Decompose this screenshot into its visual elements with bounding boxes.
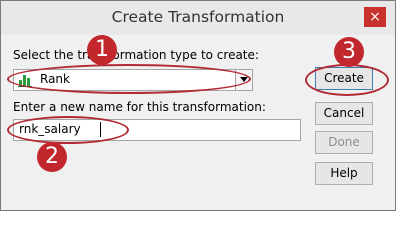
step-3-badge: 3 [334,37,364,67]
title-bar[interactable]: Create Transformation × [1,1,395,35]
annotation-ellipse-create [305,64,389,96]
step-2-badge: 2 [37,142,67,172]
annotation-ellipse-type [7,64,251,94]
help-button[interactable]: Help [315,162,373,185]
close-button[interactable]: × [364,7,386,27]
annotation-ellipse-name [7,116,129,144]
cancel-button[interactable]: Cancel [315,102,373,125]
type-label: Select the transformation type to create… [13,48,259,62]
dialog-title: Create Transformation [111,8,285,26]
done-button[interactable]: Done [315,131,373,154]
name-label: Enter a new name for this transformation… [13,100,266,114]
create-transformation-dialog: Create Transformation × Select the trans… [0,0,396,211]
step-1-badge: 1 [87,35,117,65]
